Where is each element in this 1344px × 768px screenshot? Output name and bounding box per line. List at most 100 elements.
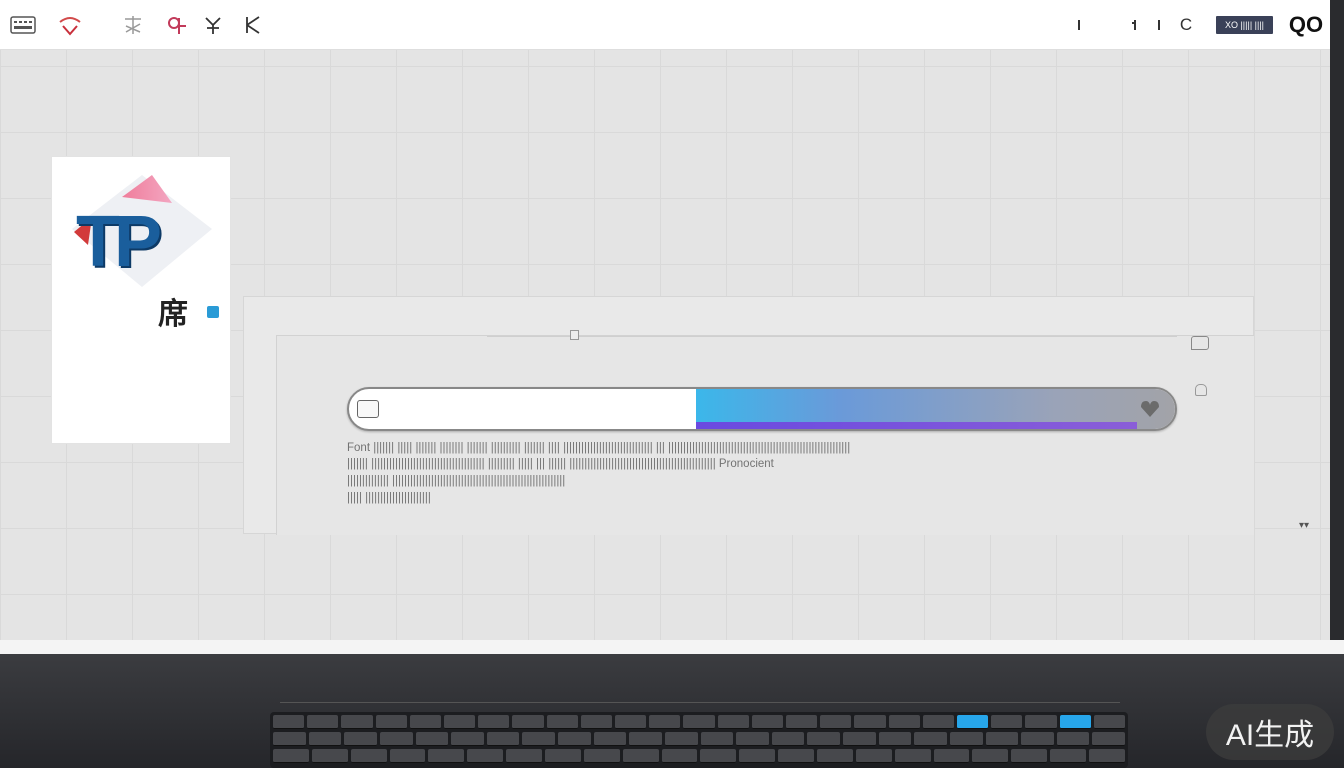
- key[interactable]: [615, 715, 647, 729]
- tag-icon: [1191, 336, 1209, 350]
- key[interactable]: [389, 749, 426, 763]
- key[interactable]: [700, 749, 737, 763]
- key[interactable]: [771, 732, 805, 746]
- key[interactable]: [661, 749, 698, 763]
- key[interactable]: [1089, 749, 1125, 763]
- top-bar: C XO ||||| |||| QO: [0, 0, 1330, 50]
- key[interactable]: [307, 715, 339, 729]
- key[interactable]: [583, 749, 620, 763]
- key[interactable]: [914, 732, 947, 746]
- key[interactable]: [350, 749, 387, 763]
- logo-text: TP: [76, 202, 162, 282]
- app-icon-2[interactable]: [120, 12, 146, 38]
- key[interactable]: [1092, 732, 1125, 746]
- key[interactable]: [843, 732, 876, 746]
- status-tick-icon-3: [1154, 12, 1166, 38]
- progress-track[interactable]: [347, 387, 1177, 431]
- key[interactable]: [341, 715, 373, 729]
- key[interactable]: [545, 749, 581, 763]
- key[interactable]: [467, 749, 504, 763]
- key[interactable]: [273, 715, 305, 729]
- key[interactable]: [888, 715, 920, 729]
- key-accent[interactable]: [957, 715, 989, 729]
- key[interactable]: [855, 749, 892, 763]
- key[interactable]: [1056, 732, 1090, 746]
- keyboard-row-3: [273, 749, 1125, 763]
- key[interactable]: [985, 732, 1019, 746]
- key[interactable]: [273, 749, 309, 763]
- key[interactable]: [751, 715, 784, 729]
- progress-heart-icon[interactable]: [1139, 398, 1161, 420]
- key[interactable]: [629, 732, 662, 746]
- account-button[interactable]: XO ||||| ||||: [1216, 16, 1273, 34]
- key[interactable]: [506, 749, 543, 763]
- key[interactable]: [1050, 749, 1087, 763]
- key[interactable]: [622, 749, 659, 763]
- status-letter-c[interactable]: C: [1178, 12, 1194, 38]
- app-icon-3[interactable]: [164, 12, 190, 38]
- key[interactable]: [311, 749, 348, 763]
- key[interactable]: [922, 715, 955, 729]
- key[interactable]: [379, 732, 413, 746]
- app-icon-5[interactable]: [240, 12, 266, 38]
- key[interactable]: [546, 715, 578, 729]
- key[interactable]: [736, 732, 769, 746]
- key[interactable]: [786, 715, 818, 729]
- key[interactable]: [854, 715, 886, 729]
- key[interactable]: [593, 732, 627, 746]
- key[interactable]: [1093, 715, 1126, 729]
- doc-mini-icon: [570, 330, 579, 340]
- description-line-1: Font ||||||| ||||| ||||||| |||||||| ||||…: [347, 442, 851, 454]
- key[interactable]: [273, 732, 306, 746]
- key[interactable]: [415, 732, 449, 746]
- laptop-base: [0, 654, 1344, 768]
- brand-logo[interactable]: QO: [1286, 12, 1326, 38]
- key[interactable]: [649, 715, 681, 729]
- key-accent[interactable]: [1059, 715, 1091, 729]
- app-icon-4[interactable]: [200, 12, 226, 38]
- key[interactable]: [700, 732, 734, 746]
- progress-top-outline: [487, 336, 1177, 344]
- key[interactable]: [683, 715, 715, 729]
- key[interactable]: [308, 732, 342, 746]
- key[interactable]: [878, 732, 912, 746]
- progress-inner-panel: Font ||||||| ||||| ||||||| |||||||| ||||…: [276, 330, 1254, 535]
- app-icon-1[interactable]: [55, 12, 85, 38]
- key[interactable]: [894, 749, 931, 763]
- progress-panel: Font ||||||| ||||| ||||||| |||||||| ||||…: [243, 296, 1254, 535]
- key[interactable]: [778, 749, 815, 763]
- key[interactable]: [820, 715, 852, 729]
- keyboard-icon[interactable]: [9, 12, 37, 38]
- key[interactable]: [451, 732, 484, 746]
- key[interactable]: [409, 715, 442, 729]
- key[interactable]: [375, 715, 407, 729]
- key[interactable]: [580, 715, 613, 729]
- key[interactable]: [428, 749, 465, 763]
- key[interactable]: [1021, 732, 1054, 746]
- keyboard-row-1: [273, 715, 1126, 729]
- key[interactable]: [344, 732, 377, 746]
- key[interactable]: [664, 732, 698, 746]
- keyboard-strip: [280, 702, 1120, 712]
- corner-chevrons[interactable]: ▾▾: [1299, 520, 1309, 531]
- description-line-4: ||||| ||||||||||||||||||||||: [347, 492, 431, 504]
- key[interactable]: [817, 749, 853, 763]
- key[interactable]: [1025, 715, 1057, 729]
- key[interactable]: [486, 732, 520, 746]
- key[interactable]: [933, 749, 970, 763]
- key[interactable]: [522, 732, 555, 746]
- key[interactable]: [1011, 749, 1048, 763]
- key[interactable]: [807, 732, 840, 746]
- key[interactable]: [478, 715, 510, 729]
- key[interactable]: [558, 732, 591, 746]
- description-line-3: |||||||||||||| |||||||||||||||||||||||||…: [347, 475, 566, 487]
- key[interactable]: [949, 732, 983, 746]
- key[interactable]: [717, 715, 749, 729]
- key[interactable]: [444, 715, 476, 729]
- status-tick-icon-2: [1130, 12, 1142, 38]
- key[interactable]: [991, 715, 1023, 729]
- ai-generated-watermark: AI生成: [1206, 704, 1334, 760]
- key[interactable]: [739, 749, 776, 763]
- key[interactable]: [512, 715, 544, 729]
- key[interactable]: [972, 749, 1009, 763]
